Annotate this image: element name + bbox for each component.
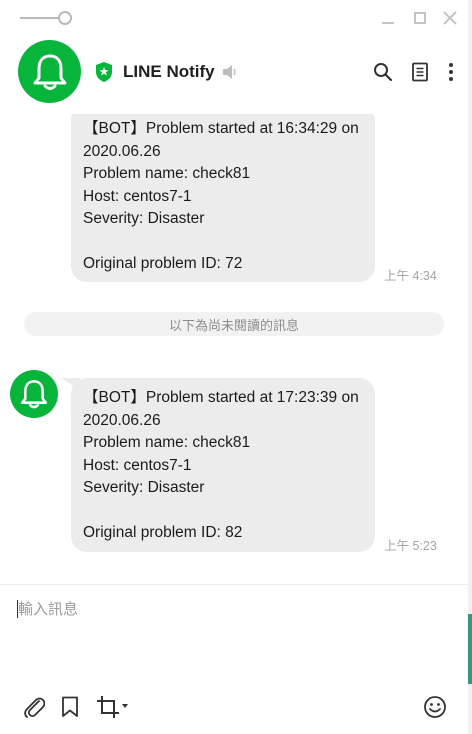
more-button[interactable] bbox=[440, 61, 462, 83]
composer bbox=[0, 584, 468, 734]
screenshot-button[interactable] bbox=[96, 695, 120, 719]
title-bar bbox=[0, 0, 472, 36]
message-timestamp: 上午 4:34 bbox=[384, 269, 437, 283]
maximize-icon bbox=[414, 12, 426, 24]
message-bubble[interactable]: 【BOT】Problem started at 16:34:29 on 2020… bbox=[71, 114, 375, 282]
speaker-muted-icon bbox=[223, 65, 236, 79]
scrollbar-thumb[interactable] bbox=[468, 614, 472, 684]
shield-star-icon bbox=[96, 62, 112, 82]
minimize-button[interactable] bbox=[378, 8, 398, 28]
notes-icon bbox=[412, 62, 428, 82]
close-icon bbox=[443, 11, 457, 25]
chat-title: LINE Notify bbox=[123, 62, 215, 81]
bell-icon bbox=[20, 380, 48, 409]
emoji-icon bbox=[424, 696, 446, 718]
attach-button[interactable] bbox=[22, 695, 46, 719]
message-line bbox=[83, 231, 363, 254]
message-line: Original problem ID: 72 bbox=[83, 255, 243, 272]
message-timestamp: 上午 5:23 bbox=[384, 539, 437, 553]
chevron-down-icon[interactable] bbox=[120, 701, 130, 711]
paperclip-icon bbox=[24, 697, 45, 718]
maximize-button[interactable] bbox=[410, 8, 430, 28]
slider-track bbox=[20, 17, 62, 19]
search-button[interactable] bbox=[372, 61, 394, 83]
crop-icon bbox=[97, 696, 119, 718]
message-line bbox=[83, 500, 363, 523]
message-list[interactable]: 【BOT】Problem started at 16:34:29 on 2020… bbox=[0, 114, 468, 584]
message-line: 2020.06.26 bbox=[83, 411, 161, 429]
unread-divider: 以下為尚未閱讀的訊息 bbox=[24, 312, 444, 336]
message-line: 2020.06.26 bbox=[83, 142, 161, 160]
chat-header: LINE Notify bbox=[0, 36, 472, 114]
message-line: Severity: Disaster bbox=[83, 210, 205, 227]
opacity-slider[interactable] bbox=[20, 10, 74, 26]
emoji-button[interactable] bbox=[423, 695, 447, 719]
message-line: Host: centos7-1 bbox=[83, 456, 192, 474]
keep-button[interactable] bbox=[58, 695, 82, 719]
message-line: 【BOT】Problem started at 17:23:39 on bbox=[83, 389, 359, 406]
search-icon bbox=[374, 63, 393, 82]
message-line: Host: centos7-1 bbox=[83, 187, 192, 205]
minimize-icon bbox=[382, 22, 394, 24]
notes-button[interactable] bbox=[409, 61, 431, 83]
message-line: Original problem ID: 82 bbox=[83, 524, 243, 541]
more-icon bbox=[449, 63, 453, 81]
message-line: Severity: Disaster bbox=[83, 479, 205, 496]
slider-knob[interactable] bbox=[58, 11, 72, 25]
bell-icon bbox=[33, 54, 66, 90]
chat-avatar[interactable] bbox=[18, 40, 81, 103]
message-input[interactable] bbox=[18, 597, 448, 621]
close-button[interactable] bbox=[440, 8, 460, 28]
sender-avatar[interactable] bbox=[10, 370, 58, 418]
message-line: Problem name: check81 bbox=[83, 165, 251, 182]
message-line: 【BOT】Problem started at 16:34:29 on bbox=[83, 120, 359, 137]
message-line: Problem name: check81 bbox=[83, 434, 251, 451]
message-bubble[interactable]: 【BOT】Problem started at 17:23:39 on 2020… bbox=[71, 378, 375, 552]
bookmark-icon bbox=[62, 696, 78, 717]
